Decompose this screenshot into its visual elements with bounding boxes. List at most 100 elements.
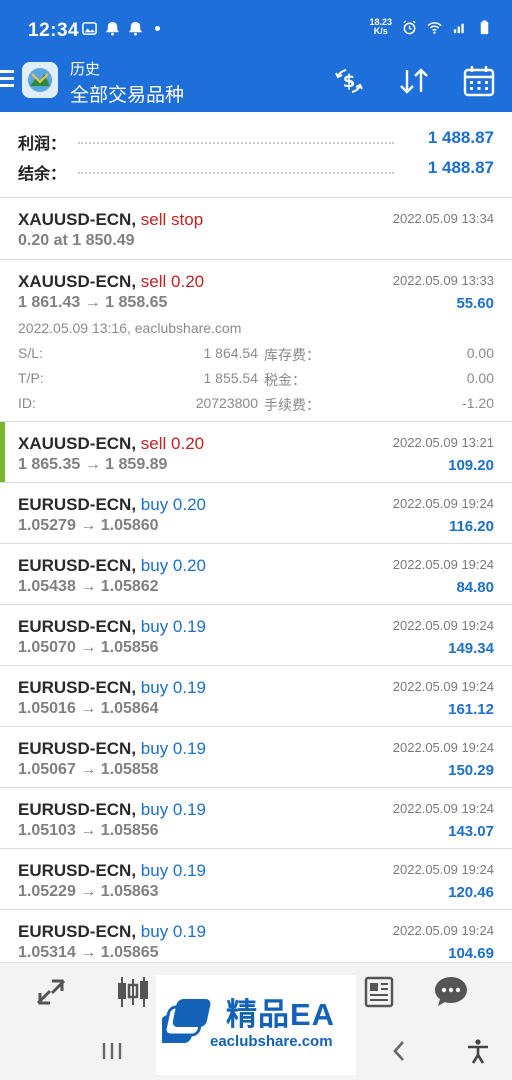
profit-value: 1 488.87 <box>427 128 494 147</box>
trade-symbol: XAUUSD-ECN, <box>18 434 137 453</box>
trade-side: buy 0.19 <box>140 739 207 758</box>
trade-date: 2022.05.09 19:24 <box>392 496 494 511</box>
trade-symbol-line: EURUSD-ECN, buy 0.19 <box>18 861 206 881</box>
back-icon[interactable] <box>386 1038 414 1064</box>
trade-row[interactable]: XAUUSD-ECN, sell stop 2022.05.09 13:34 0… <box>0 198 512 260</box>
trade-row[interactable]: EURUSD-ECN, buy 0.19 2022.05.09 19:24 1.… <box>0 605 512 666</box>
trade-date: 2022.05.09 19:24 <box>392 923 494 938</box>
trade-price: 1.05016 → 1.05864 <box>18 700 159 717</box>
trade-price: 0.20 at 1 850.49 <box>18 232 135 249</box>
app-logo <box>22 62 58 98</box>
balance-value: 1 488.87 <box>427 158 494 177</box>
trade-row[interactable]: EURUSD-ECN, buy 0.20 2022.05.09 19:24 1.… <box>0 544 512 605</box>
trade-price: 1 865.35 → 1 859.89 <box>18 456 168 473</box>
trade-price: 1 861.43 → 1 858.65 <box>18 294 168 311</box>
clock: 12:34 <box>28 20 80 41</box>
trade-profit: 161.12 <box>448 701 494 718</box>
watermark-title: 精品EA <box>226 997 336 1032</box>
trade-date: 2022.05.09 13:21 <box>392 435 494 450</box>
trade-row[interactable]: EURUSD-ECN, buy 0.19 2022.05.09 19:24 1.… <box>0 849 512 910</box>
trade-profit: 109.20 <box>448 457 494 474</box>
trade-profit: 149.34 <box>448 640 494 657</box>
network-speed: 18.23 K/s <box>369 18 392 36</box>
dotted-leader <box>78 142 394 144</box>
trade-symbol-line: XAUUSD-ECN, sell 0.20 <box>18 434 204 454</box>
trade-symbol: XAUUSD-ECN, <box>18 272 137 291</box>
trade-symbol: EURUSD-ECN, <box>18 739 137 758</box>
profit-label: 利润： <box>18 130 73 154</box>
alarm-icon <box>403 19 416 34</box>
screen-subtitle: 历史 <box>70 61 101 78</box>
trade-price: 1.05229 → 1.05863 <box>18 883 159 900</box>
metatrader-logo-icon <box>22 62 58 98</box>
calendar-icon[interactable] <box>462 64 496 98</box>
sort-icon[interactable] <box>397 64 431 98</box>
trade-price: 1.05279 → 1.05860 <box>18 517 159 534</box>
trade-row[interactable]: EURUSD-ECN, buy 0.19 2022.05.09 19:24 1.… <box>0 666 512 727</box>
trade-price: 1.05438 → 1.05862 <box>18 578 159 595</box>
accessibility-icon[interactable] <box>464 1038 492 1064</box>
tax-label: 税金： <box>264 372 306 388</box>
trade-profit: 55.60 <box>456 295 494 312</box>
trade-row-expanded[interactable]: XAUUSD-ECN, sell 0.20 2022.05.09 13:33 1… <box>0 260 512 422</box>
dot-indicator <box>155 26 160 31</box>
wifi-icon <box>427 21 442 34</box>
currency-exchange-icon[interactable]: $ <box>332 64 366 98</box>
menu-icon[interactable] <box>0 70 14 90</box>
trade-symbol-line: EURUSD-ECN, buy 0.19 <box>18 800 206 820</box>
trade-profit: 116.20 <box>448 518 494 535</box>
trade-profit: 150.29 <box>448 762 494 779</box>
profit-row: 利润： 1 488.87 <box>18 126 494 154</box>
trade-symbol: EURUSD-ECN, <box>18 495 137 514</box>
news-icon[interactable] <box>360 973 398 1011</box>
balance-row: 结余： 1 488.87 <box>18 156 494 184</box>
swap-value: 0.00 <box>466 345 494 361</box>
trade-symbol-line: EURUSD-ECN, buy 0.19 <box>18 678 206 698</box>
trade-profit: 104.69 <box>448 945 494 962</box>
chart-icon[interactable] <box>114 973 152 1011</box>
trade-profit: 84.80 <box>456 579 494 596</box>
tp-value: 1 855.54 <box>203 370 259 386</box>
tp-label: T/P: <box>18 370 44 386</box>
trade-symbol-line: EURUSD-ECN, buy 0.19 <box>18 617 206 637</box>
sl-label: S/L: <box>18 345 43 361</box>
detail-row: T/P: 1 855.54 税金： 0.00 <box>18 370 494 392</box>
detail-row: ID: 20723800 手续费： -1.20 <box>18 395 494 417</box>
speed-unit: K/s <box>373 26 388 36</box>
trade-symbol: EURUSD-ECN, <box>18 800 137 819</box>
trade-date: 2022.05.09 19:24 <box>392 740 494 755</box>
trade-price: 1.05314 → 1.05865 <box>18 944 159 961</box>
status-left-icons <box>82 21 160 36</box>
trade-symbol: EURUSD-ECN, <box>18 922 137 941</box>
trade-side: buy 0.20 <box>140 556 207 575</box>
trade-side: sell 0.20 <box>140 434 205 453</box>
trade-date: 2022.05.09 19:24 <box>392 679 494 694</box>
trade-row[interactable]: EURUSD-ECN, buy 0.19 2022.05.09 19:24 1.… <box>0 727 512 788</box>
trade-symbol-line: EURUSD-ECN, buy 0.20 <box>18 556 206 576</box>
trade-side: buy 0.19 <box>140 617 207 636</box>
recent-apps-icon[interactable] <box>98 1038 126 1064</box>
trade-date: 2022.05.09 13:33 <box>392 273 494 288</box>
chat-icon[interactable] <box>432 973 470 1011</box>
trade-symbol: EURUSD-ECN, <box>18 678 137 697</box>
svg-text:$: $ <box>343 71 356 92</box>
trade-date: 2022.05.09 19:24 <box>392 862 494 877</box>
trade-side: sell stop <box>140 210 204 229</box>
trade-row[interactable]: XAUUSD-ECN, sell 0.20 2022.05.09 13:21 1… <box>0 422 512 483</box>
summary-panel: 利润： 1 488.87 结余： 1 488.87 <box>0 112 512 198</box>
quotes-icon[interactable] <box>32 973 70 1011</box>
trade-row[interactable]: EURUSD-ECN, buy 0.19 2022.05.09 19:24 1.… <box>0 788 512 849</box>
screen-title[interactable]: 全部交易品种 <box>70 80 184 107</box>
id-label: ID: <box>18 395 36 411</box>
app-bar: 历史 全部交易品种 $ <box>0 50 512 112</box>
trade-symbol-line: EURUSD-ECN, buy 0.19 <box>18 922 206 942</box>
trade-row[interactable]: EURUSD-ECN, buy 0.20 2022.05.09 19:24 1.… <box>0 483 512 544</box>
trade-symbol: EURUSD-ECN, <box>18 861 137 880</box>
trade-row[interactable]: EURUSD-ECN, buy 0.19 2022.05.09 19:24 1.… <box>0 910 512 962</box>
notification-icon <box>128 21 143 36</box>
trade-price: 1.05067 → 1.05858 <box>18 761 159 778</box>
trade-symbol: EURUSD-ECN, <box>18 617 137 636</box>
open-info: 2022.05.09 13:16, eaclubshare.com <box>18 320 242 336</box>
trade-side: buy 0.19 <box>140 861 207 880</box>
trade-symbol-line: XAUUSD-ECN, sell 0.20 <box>18 272 204 292</box>
